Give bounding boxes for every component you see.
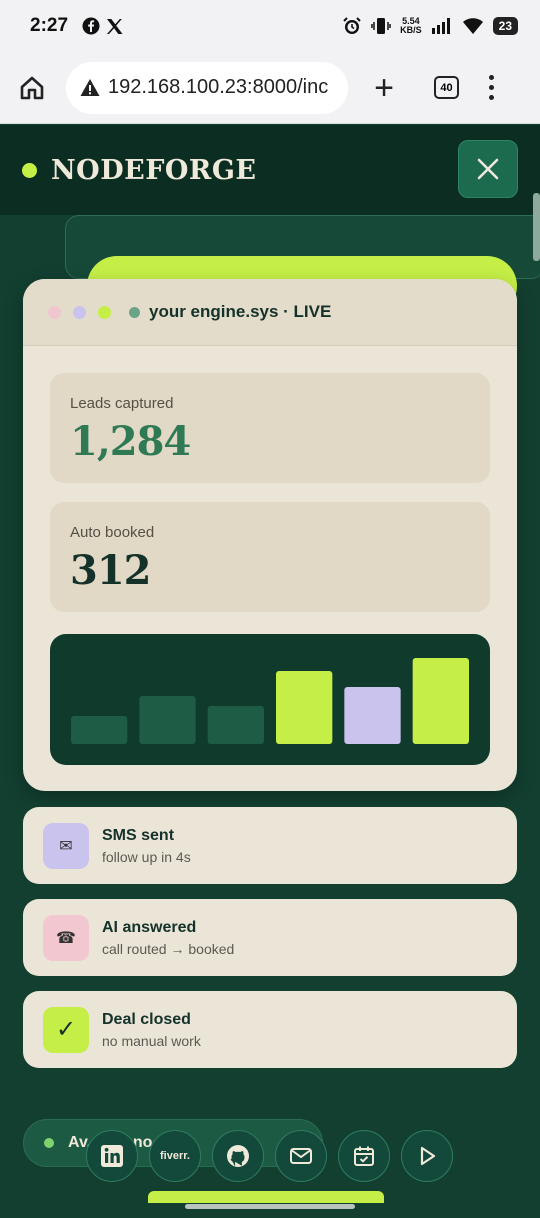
live-status-dot — [129, 306, 140, 318]
address-bar[interactable]: 192.168.100.23:8000/inc — [66, 61, 348, 114]
fiverr-button[interactable]: fiverr. — [149, 1130, 201, 1182]
tab-switcher-button[interactable]: 40 — [434, 76, 459, 99]
engine-card-header: your engine.sys · LIVE — [23, 279, 517, 346]
battery-indicator: 23 — [492, 17, 518, 35]
scrollbar[interactable] — [533, 193, 540, 261]
wifi-icon — [462, 18, 483, 34]
signal-icon — [431, 18, 450, 34]
window-dot-lavender — [73, 305, 86, 319]
browser-menu-button[interactable] — [489, 75, 494, 100]
window-dot-lime — [98, 305, 111, 319]
social-links: fiverr. — [86, 1130, 453, 1182]
linkedin-icon — [101, 1145, 123, 1167]
activity-ai-answered: ☎ AI answered call routed → booked — [23, 899, 517, 976]
home-button[interactable] — [14, 70, 50, 106]
site-header: NODEFORGE — [0, 125, 540, 215]
close-icon — [477, 158, 499, 180]
url-text: 192.168.100.23:8000/inc — [108, 76, 329, 98]
brand-dot — [22, 162, 37, 178]
network-speed: 5.54 KB/S — [400, 17, 422, 35]
envelope-icon: ✉ — [43, 822, 89, 869]
chart-bar — [344, 687, 401, 744]
new-tab-button[interactable]: + — [368, 71, 400, 105]
status-bar: 2:27 5.54 KB/S 23 — [0, 0, 540, 52]
clock: 2:27 — [30, 15, 69, 36]
cta-button-partial[interactable] — [148, 1191, 384, 1203]
calendar-check-icon — [354, 1146, 374, 1166]
engine-title: your engine.sys · LIVE — [149, 302, 332, 321]
activity-subtitle: call routed → booked — [102, 940, 235, 957]
engine-card: your engine.sys · LIVE Leads captured 1,… — [23, 279, 517, 791]
chart-bar — [139, 696, 196, 744]
linkedin-button[interactable] — [86, 1130, 138, 1182]
availability-dot — [44, 1138, 54, 1148]
check-icon: ✓ — [43, 1006, 89, 1053]
alarm-icon — [343, 17, 361, 34]
not-secure-warning-icon — [80, 78, 100, 96]
video-play-button[interactable] — [401, 1130, 453, 1182]
stat-label: Auto booked — [70, 524, 155, 541]
stat-auto-booked: Auto booked 312 — [50, 502, 490, 612]
stat-label: Leads captured — [70, 395, 174, 412]
phone-icon: ☎ — [43, 914, 89, 961]
activity-title: AI answered — [102, 918, 197, 936]
activity-title: Deal closed — [102, 1010, 191, 1028]
mail-icon — [290, 1148, 312, 1164]
fiverr-icon: fiverr. — [160, 1150, 190, 1162]
stat-leads-captured: Leads captured 1,284 — [50, 373, 490, 483]
activity-title: SMS sent — [102, 826, 175, 844]
home-icon — [20, 76, 44, 99]
activity-subtitle: no manual work — [102, 1032, 201, 1049]
brand-logo[interactable]: NODEFORGE — [51, 155, 256, 186]
window-dot-pink — [48, 305, 61, 319]
chart-bar — [71, 716, 128, 744]
chart-bar — [276, 671, 333, 744]
activity-sms-sent: ✉ SMS sent follow up in 4s — [23, 807, 517, 884]
network-speed-unit: KB/S — [400, 25, 422, 35]
x-logo-icon — [107, 18, 123, 34]
stat-value: 1,284 — [70, 418, 191, 465]
close-menu-button[interactable] — [458, 140, 518, 198]
chart-bar — [207, 706, 264, 744]
github-button[interactable] — [212, 1130, 264, 1182]
github-icon — [227, 1145, 249, 1167]
activity-bar-chart — [50, 634, 490, 765]
browser-toolbar: 192.168.100.23:8000/inc + 40 — [0, 52, 540, 124]
bar-chart-svg — [71, 658, 469, 744]
stat-value: 312 — [70, 547, 152, 594]
email-button[interactable] — [275, 1130, 327, 1182]
activity-deal-closed: ✓ Deal closed no manual work — [23, 991, 517, 1068]
chart-bar — [412, 658, 469, 744]
play-icon — [420, 1146, 436, 1166]
facebook-icon — [82, 17, 100, 35]
calendar-button[interactable] — [338, 1130, 390, 1182]
vibrate-icon — [371, 18, 391, 34]
activity-subtitle: follow up in 4s — [102, 848, 191, 865]
gesture-navigation-bar[interactable] — [185, 1204, 355, 1209]
